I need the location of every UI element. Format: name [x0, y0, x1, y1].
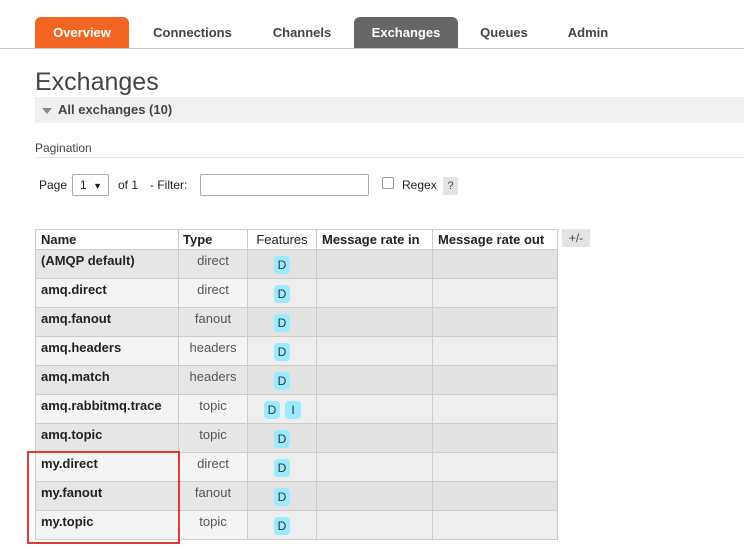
pagination-heading: Pagination [35, 141, 92, 155]
table-row: amq.match headers D [36, 366, 558, 395]
table-row: amq.direct direct D [36, 279, 558, 308]
exchange-features: D [248, 308, 317, 336]
feature-badge: D [274, 372, 290, 390]
page-select[interactable]: 1 ▼ [72, 174, 109, 196]
table-row: amq.topic topic D [36, 424, 558, 453]
feature-badge: D [274, 430, 290, 448]
exchange-rate-out [433, 337, 558, 365]
exchange-name-link[interactable]: amq.fanout [36, 308, 179, 336]
tab-exchanges[interactable]: Exchanges [354, 17, 458, 49]
table-header-row: Name Type Features Message rate in Messa… [36, 230, 558, 250]
exchange-features: D [248, 511, 317, 539]
exchange-type: fanout [179, 482, 248, 510]
exchange-features: D [248, 424, 317, 452]
exchange-features: D [248, 279, 317, 307]
exchange-features: D [248, 482, 317, 510]
exchange-rate-in [317, 424, 433, 452]
chevron-down-icon: ▼ [93, 181, 102, 191]
section-title: All exchanges (10) [58, 102, 173, 117]
tab-connections[interactable]: Connections [135, 17, 250, 49]
exchange-type: topic [179, 511, 248, 539]
feature-badge: D [274, 488, 290, 506]
feature-badge: D [274, 459, 290, 477]
exchange-rate-in [317, 337, 433, 365]
top-nav: Overview Connections Channels Exchanges … [0, 0, 744, 49]
feature-badge: D [274, 256, 290, 274]
exchange-rate-in [317, 395, 433, 423]
columns-toggle-button[interactable]: +/- [562, 229, 590, 247]
exchange-rate-out [433, 424, 558, 452]
feature-badge: D [264, 401, 280, 419]
table-row: amq.headers headers D [36, 337, 558, 366]
pagination-divider [35, 157, 744, 158]
exchange-rate-in [317, 482, 433, 510]
column-header-features: Features [248, 230, 317, 249]
exchange-features: DI [248, 395, 317, 423]
exchange-type: topic [179, 395, 248, 423]
exchange-rate-in [317, 366, 433, 394]
table-row: amq.rabbitmq.trace topic D I [36, 395, 558, 424]
exchange-rate-out [433, 453, 558, 481]
exchange-type: direct [179, 250, 248, 278]
exchange-name-link[interactable]: amq.match [36, 366, 179, 394]
exchange-name-link[interactable]: amq.headers [36, 337, 179, 365]
table-row: (AMQP default) direct D [36, 250, 558, 279]
exchange-rate-in [317, 453, 433, 481]
exchange-features: D [248, 453, 317, 481]
exchange-type: headers [179, 366, 248, 394]
exchange-rate-in [317, 250, 433, 278]
tab-channels[interactable]: Channels [254, 17, 350, 49]
exchange-rate-out [433, 308, 558, 336]
regex-label: Regex [402, 178, 437, 192]
feature-badge: D [274, 314, 290, 332]
exchange-type: fanout [179, 308, 248, 336]
exchange-features: D [248, 337, 317, 365]
exchange-features: D [248, 250, 317, 278]
exchange-rate-in [317, 511, 433, 539]
tab-admin[interactable]: Admin [550, 17, 626, 49]
page-of-label: of 1 [118, 178, 139, 192]
collapse-triangle-icon [42, 107, 52, 114]
page-title: Exchanges [35, 68, 159, 96]
exchange-type: direct [179, 453, 248, 481]
regex-help-button[interactable]: ? [443, 177, 458, 195]
exchange-rate-out [433, 250, 558, 278]
exchange-type: topic [179, 424, 248, 452]
column-header-name[interactable]: Name [36, 230, 179, 249]
exchange-rate-out [433, 482, 558, 510]
regex-checkbox[interactable] [382, 177, 394, 189]
exchange-name-link[interactable]: amq.rabbitmq.trace [36, 395, 179, 423]
exchange-rate-out [433, 395, 558, 423]
filter-label: - Filter: [150, 178, 188, 192]
highlight-annotation-box [27, 451, 180, 544]
feature-badge: D [274, 343, 290, 361]
page-select-value: 1 [80, 178, 87, 192]
exchange-rate-out [433, 279, 558, 307]
table-row: amq.fanout fanout D [36, 308, 558, 337]
exchange-rate-in [317, 308, 433, 336]
exchange-name-link[interactable]: amq.topic [36, 424, 179, 452]
column-header-type[interactable]: Type [179, 230, 248, 249]
exchange-type: direct [179, 279, 248, 307]
feature-badge: D [274, 285, 290, 303]
column-header-rate-in: Message rate in [317, 230, 433, 249]
filter-input[interactable] [200, 174, 369, 196]
section-toggle-all-exchanges[interactable]: All exchanges (10) [35, 97, 744, 123]
exchange-features: D [248, 366, 317, 394]
exchange-rate-out [433, 366, 558, 394]
tab-queues[interactable]: Queues [464, 17, 544, 49]
exchange-rate-out [433, 511, 558, 539]
nav-divider [0, 48, 744, 49]
exchange-rate-in [317, 279, 433, 307]
column-header-rate-out: Message rate out [433, 230, 558, 249]
exchange-name-link[interactable]: (AMQP default) [36, 250, 179, 278]
feature-badge: D [274, 517, 290, 535]
feature-badge: I [285, 401, 301, 419]
exchange-name-link[interactable]: amq.direct [36, 279, 179, 307]
tab-overview[interactable]: Overview [35, 17, 129, 49]
exchange-type: headers [179, 337, 248, 365]
page-label: Page [39, 178, 68, 192]
